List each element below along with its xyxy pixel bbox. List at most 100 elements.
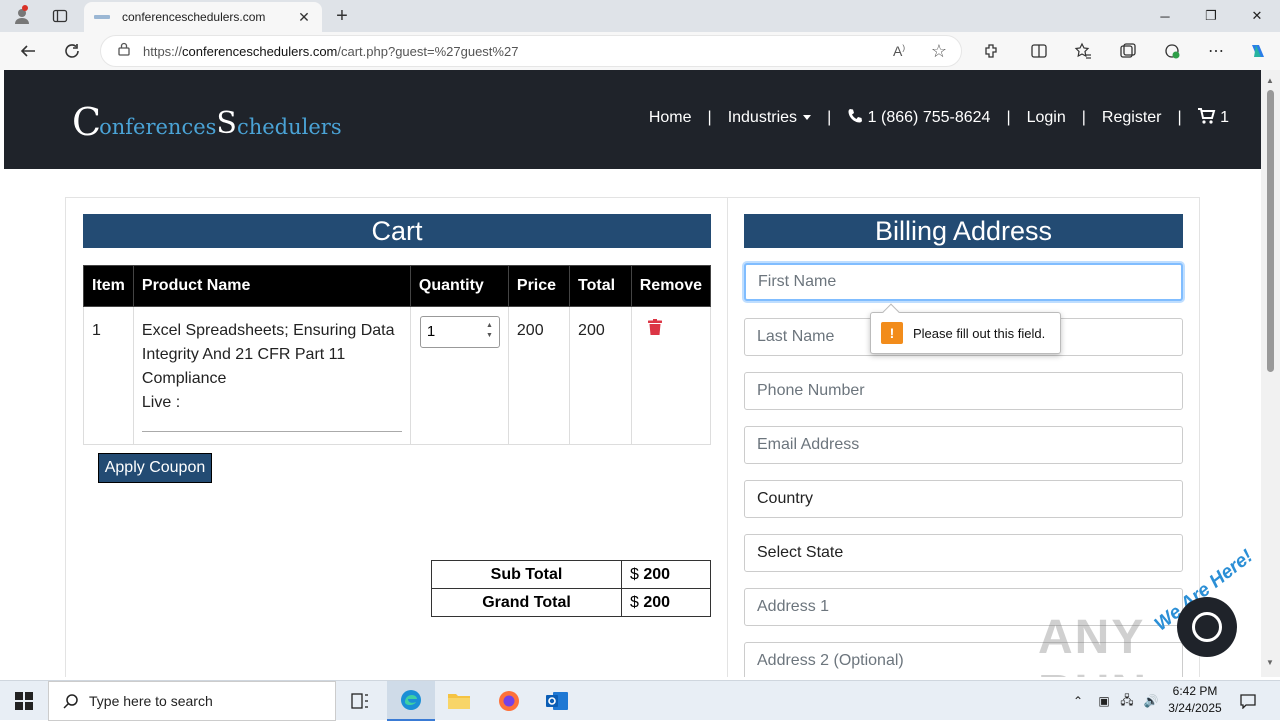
country-select[interactable]: Country xyxy=(744,480,1183,518)
url-text: https://conferenceschedulers.com/cart.ph… xyxy=(143,44,518,59)
logo-word-1: onferences xyxy=(99,115,217,139)
first-name-field[interactable]: First Name xyxy=(744,263,1183,301)
extensions-icon[interactable] xyxy=(977,37,1005,65)
browser-essentials-icon[interactable] xyxy=(1158,37,1186,65)
outlook-icon[interactable] xyxy=(533,681,581,721)
firefox-icon[interactable] xyxy=(485,681,533,721)
collections-icon[interactable] xyxy=(1114,37,1142,65)
phone-field[interactable]: Phone Number xyxy=(744,372,1183,410)
url-prefix: https:// xyxy=(143,43,183,59)
currency-symbol: $ xyxy=(630,565,639,583)
cell-item: 1 xyxy=(83,306,134,445)
refresh-icon[interactable] xyxy=(58,37,86,65)
product-divider xyxy=(141,431,402,432)
nav-separator: | xyxy=(827,108,832,126)
url-path: /cart.php?guest=%27guest%27 xyxy=(337,43,519,59)
nav-home[interactable]: Home xyxy=(649,109,692,127)
browser-tabbar: conferenceschedulers.com ✕ + ─ ❐ ✕ xyxy=(0,0,1280,32)
windows-taskbar: Type here to search ⌃ ▣ 🖧 🔊 6:42 PM 3/24… xyxy=(0,680,1280,721)
spinner-icon[interactable]: ▲ ▼ xyxy=(486,322,493,339)
nav-register[interactable]: Register xyxy=(1102,109,1162,127)
quantity-stepper[interactable]: 1 ▲ ▼ xyxy=(419,316,500,348)
clock-time: 6:42 PM xyxy=(1172,684,1218,698)
chat-bubble-icon xyxy=(1192,612,1222,642)
grandtotal-row: Grand Total $ 200 xyxy=(431,588,711,617)
new-tab-icon[interactable]: + xyxy=(330,4,354,28)
product-name: Excel Spreadsheets; Ensuring Data Integr… xyxy=(141,322,395,387)
volume-icon[interactable]: 🔊 xyxy=(1140,681,1162,721)
taskbar-clock[interactable]: 6:42 PM 3/24/2025 xyxy=(1162,683,1228,719)
col-item: Item xyxy=(83,265,134,307)
tab-title: conferenceschedulers.com xyxy=(122,10,266,24)
quantity-value: 1 xyxy=(426,323,436,340)
file-explorer-icon[interactable] xyxy=(435,681,483,721)
tab-actions-icon[interactable] xyxy=(46,4,74,28)
minimize-icon[interactable]: ─ xyxy=(1142,0,1188,32)
address-bar[interactable]: https://conferenceschedulers.com/cart.ph… xyxy=(100,35,962,67)
currency-symbol: $ xyxy=(630,593,639,611)
network-icon[interactable]: 🖧 xyxy=(1116,681,1138,721)
search-icon xyxy=(63,694,78,709)
chat-widget-button[interactable] xyxy=(1177,597,1237,657)
url-domain: conferenceschedulers.com xyxy=(182,43,338,59)
favorite-star-icon[interactable]: ☆ xyxy=(931,41,947,62)
taskbar-search-input[interactable]: Type here to search xyxy=(48,681,336,721)
totals-table: Sub Total $ 200 Grand Total $ 200 xyxy=(431,560,711,617)
cart-count: 1 xyxy=(1220,109,1229,126)
nav-phone[interactable]: 1 (866) 755-8624 xyxy=(847,108,990,127)
nav-industries[interactable]: Industries xyxy=(727,108,812,127)
col-product-name: Product Name xyxy=(132,265,411,307)
split-screen-icon[interactable] xyxy=(1025,37,1053,65)
nav-separator: | xyxy=(707,108,712,126)
scroll-thumb[interactable] xyxy=(1267,90,1274,372)
more-menu-icon[interactable]: ⋯ xyxy=(1202,37,1230,65)
email-field[interactable]: Email Address xyxy=(744,426,1183,464)
tray-device-icon[interactable]: ▣ xyxy=(1094,681,1114,721)
nav-login[interactable]: Login xyxy=(1027,109,1066,127)
restore-icon[interactable]: ❐ xyxy=(1188,0,1234,32)
table-row: 1 Excel Spreadsheets; Ensuring Data Inte… xyxy=(83,306,712,445)
logo-letter-c: C xyxy=(72,100,102,144)
state-select[interactable]: Select State xyxy=(744,534,1183,572)
grandtotal-amount: 200 xyxy=(643,593,671,611)
site-logo[interactable]: C onferences S chedulers xyxy=(72,100,342,144)
scroll-down-icon[interactable]: ▼ xyxy=(1265,658,1275,668)
subtotal-value: $ 200 xyxy=(621,560,711,589)
task-view-icon[interactable] xyxy=(336,681,384,721)
search-placeholder: Type here to search xyxy=(89,693,213,709)
trash-icon[interactable] xyxy=(640,319,662,339)
cart-table: Item Product Name Quantity Price Total R… xyxy=(83,265,712,445)
cart-icon xyxy=(1197,108,1215,124)
column-divider xyxy=(727,198,728,677)
logo-letter-s: S xyxy=(216,106,237,141)
page-scrollbar[interactable]: ▲ ▼ xyxy=(1261,70,1280,677)
windows-start-icon[interactable] xyxy=(0,681,48,721)
product-live: Live : xyxy=(141,394,181,411)
back-icon[interactable] xyxy=(14,37,42,65)
nav-separator: | xyxy=(1081,108,1086,126)
favorites-icon[interactable] xyxy=(1069,37,1097,65)
subtotal-row: Sub Total $ 200 xyxy=(431,560,711,589)
validation-tooltip: ! Please fill out this field. xyxy=(870,303,1061,354)
edge-taskbar-icon[interactable] xyxy=(387,681,435,721)
tab-close-icon[interactable]: ✕ xyxy=(296,9,312,26)
web-page: C onferences S chedulers Home | Industri… xyxy=(4,70,1261,677)
read-aloud-icon[interactable]: A) xyxy=(893,43,905,59)
nav-cart[interactable]: 1 xyxy=(1197,108,1229,127)
scroll-up-icon[interactable]: ▲ xyxy=(1265,76,1275,86)
tray-chevron-icon[interactable]: ⌃ xyxy=(1068,681,1088,721)
lock-icon[interactable] xyxy=(117,42,131,61)
apply-coupon-button[interactable]: Apply Coupon xyxy=(98,453,212,483)
copilot-icon[interactable] xyxy=(1244,37,1272,65)
phone-number: 1 (866) 755-8624 xyxy=(867,109,991,126)
notification-dot xyxy=(22,5,28,11)
nav-separator: | xyxy=(1006,108,1011,126)
col-remove: Remove xyxy=(630,265,712,307)
cell-price: 200 xyxy=(507,306,571,445)
close-window-icon[interactable]: ✕ xyxy=(1234,0,1280,32)
nav-industries-label: Industries xyxy=(727,108,798,126)
browser-tab[interactable]: conferenceschedulers.com ✕ xyxy=(84,2,322,32)
notifications-icon[interactable] xyxy=(1234,681,1262,721)
site-header: C onferences S chedulers Home | Industri… xyxy=(4,70,1261,169)
grandtotal-value: $ 200 xyxy=(621,588,711,617)
